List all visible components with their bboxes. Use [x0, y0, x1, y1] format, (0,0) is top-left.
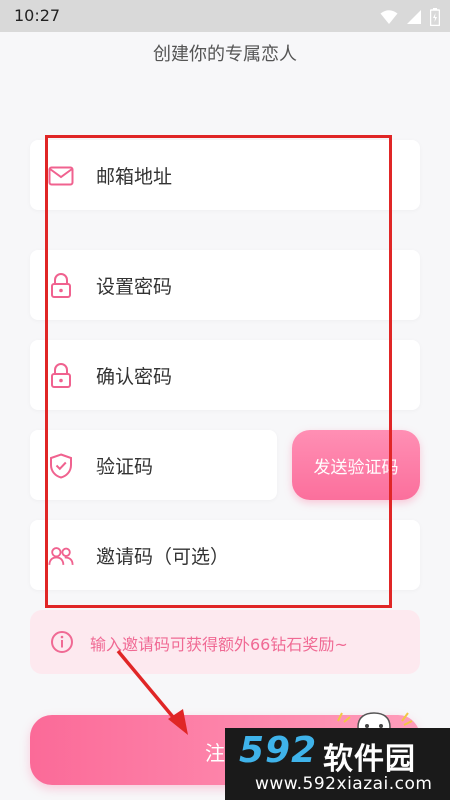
- watermark: 592 软件园 www.592xiazai.com: [225, 728, 450, 800]
- verification-code-placeholder: 验证码: [96, 456, 154, 478]
- hint-banner: 输入邀请码可获得额外66钻石奖励~: [30, 610, 420, 674]
- password-placeholder: 设置密码: [96, 276, 173, 298]
- confirm-password-placeholder: 确认密码: [96, 366, 173, 388]
- register-label: 注: [205, 741, 225, 765]
- battery-icon: [430, 8, 440, 26]
- lock-icon: [48, 273, 74, 299]
- signal-icon: [407, 10, 421, 24]
- status-icons: [380, 8, 440, 26]
- status-bar: 10:27: [0, 0, 450, 32]
- invite-code-placeholder: 邀请码（可选）: [96, 546, 230, 568]
- verification-code-field[interactable]: 验证码: [30, 430, 277, 500]
- status-time: 10:27: [14, 6, 61, 25]
- invite-code-field[interactable]: 邀请码（可选）: [30, 520, 420, 590]
- users-icon: [48, 543, 74, 569]
- confirm-password-field[interactable]: 确认密码: [30, 340, 420, 410]
- lock-icon: [48, 363, 74, 389]
- email-placeholder: 邮箱地址: [96, 166, 173, 188]
- hint-text: 输入邀请码可获得额外66钻石奖励~: [90, 635, 348, 654]
- watermark-url: www.592xiazai.com: [255, 774, 433, 794]
- watermark-logo-text: 软件园: [323, 742, 416, 777]
- password-field[interactable]: 设置密码: [30, 250, 420, 320]
- info-icon: [50, 630, 74, 654]
- mail-icon: [48, 163, 74, 189]
- send-code-button[interactable]: 发送验证码: [292, 430, 420, 500]
- email-field[interactable]: 邮箱地址: [30, 140, 420, 210]
- shield-check-icon: [48, 453, 74, 479]
- page-title: 创建你的专属恋人: [153, 44, 297, 65]
- watermark-logo-number: 592: [239, 730, 318, 771]
- wifi-icon: [380, 10, 398, 24]
